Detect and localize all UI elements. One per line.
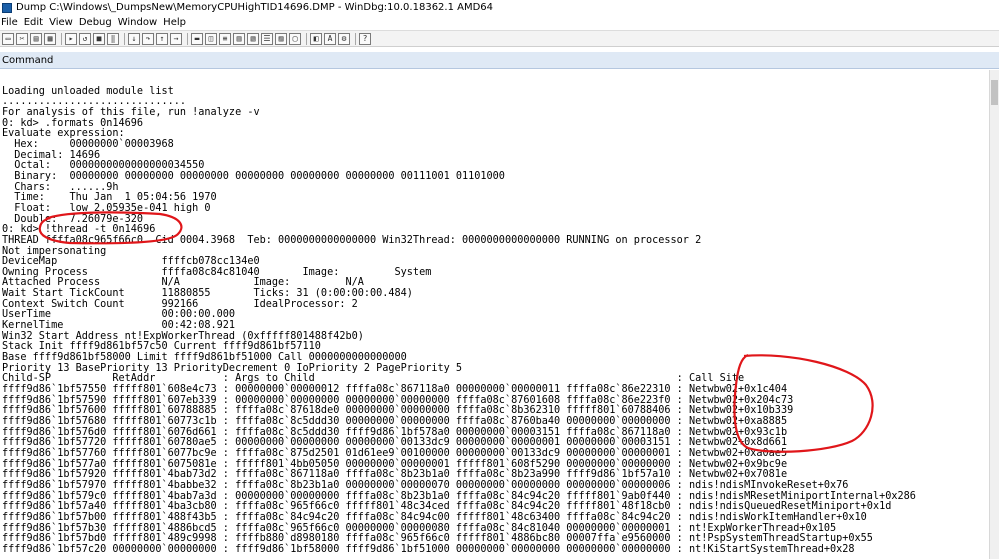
restart-icon[interactable]: ↺ <box>79 32 91 45</box>
toolbar-separator <box>306 32 307 45</box>
paste-icon[interactable]: ▦ <box>44 32 56 45</box>
menu-file[interactable]: File <box>0 17 23 28</box>
toolbar-separator <box>187 32 188 45</box>
copy-icon[interactable]: ▤ <box>30 32 42 45</box>
command-output[interactable]: Loading unloaded module list ...........… <box>0 70 989 559</box>
windbg-app-icon <box>2 2 12 13</box>
window-title: Dump C:\Windows\_DumpsNew\MemoryCPUHighT… <box>16 2 494 13</box>
locals-window-icon[interactable]: ≡ <box>219 32 231 45</box>
command-panel-header: Command <box>0 52 999 69</box>
command-output-text: Loading unloaded module list ...........… <box>2 85 916 555</box>
go-icon[interactable]: ▸ <box>65 32 77 45</box>
options-icon[interactable]: ⚙ <box>338 32 350 45</box>
menu-debug[interactable]: Debug <box>78 17 117 28</box>
scratch-pad-icon[interactable]: ▢ <box>289 32 301 45</box>
font-icon[interactable]: A <box>324 32 336 45</box>
menu-help[interactable]: Help <box>162 17 191 28</box>
help-icon[interactable]: ? <box>359 32 371 45</box>
step-into-icon[interactable]: ↓ <box>128 32 140 45</box>
call-stack-icon[interactable]: ☰ <box>261 32 273 45</box>
scrollbar-thumb[interactable] <box>991 80 998 105</box>
disassembly-icon[interactable]: ▨ <box>275 32 287 45</box>
watch-window-icon[interactable]: ◫ <box>205 32 217 45</box>
open-icon[interactable]: ▭ <box>2 32 14 45</box>
menu-bar: File Edit View Debug Window Help <box>0 15 999 30</box>
step-over-icon[interactable]: ↷ <box>142 32 154 45</box>
menu-view[interactable]: View <box>48 17 78 28</box>
break-icon[interactable]: ‖ <box>107 32 119 45</box>
run-to-cursor-icon[interactable]: → <box>170 32 182 45</box>
command-window-icon[interactable]: ▬ <box>191 32 203 45</box>
menu-edit[interactable]: Edit <box>23 17 48 28</box>
title-bar: Dump C:\Windows\_DumpsNew\MemoryCPUHighT… <box>0 0 999 15</box>
registers-window-icon[interactable]: ▥ <box>233 32 245 45</box>
toolbar-separator <box>61 32 62 45</box>
step-out-icon[interactable]: ↑ <box>156 32 168 45</box>
source-mode-icon[interactable]: ◧ <box>310 32 322 45</box>
cut-icon[interactable]: ✂ <box>16 32 28 45</box>
vertical-scrollbar[interactable] <box>989 70 999 559</box>
menu-window[interactable]: Window <box>117 17 162 28</box>
toolbar-separator <box>355 32 356 45</box>
command-panel-title: Command <box>2 54 54 66</box>
toolbar: ▭ ✂ ▤ ▦ ▸ ↺ ■ ‖ ↓ ↷ ↑ → ▬ ◫ ≡ ▥ ▧ ☰ ▨ ▢ … <box>0 30 999 47</box>
memory-window-icon[interactable]: ▧ <box>247 32 259 45</box>
toolbar-separator <box>124 32 125 45</box>
stop-debugging-icon[interactable]: ■ <box>93 32 105 45</box>
